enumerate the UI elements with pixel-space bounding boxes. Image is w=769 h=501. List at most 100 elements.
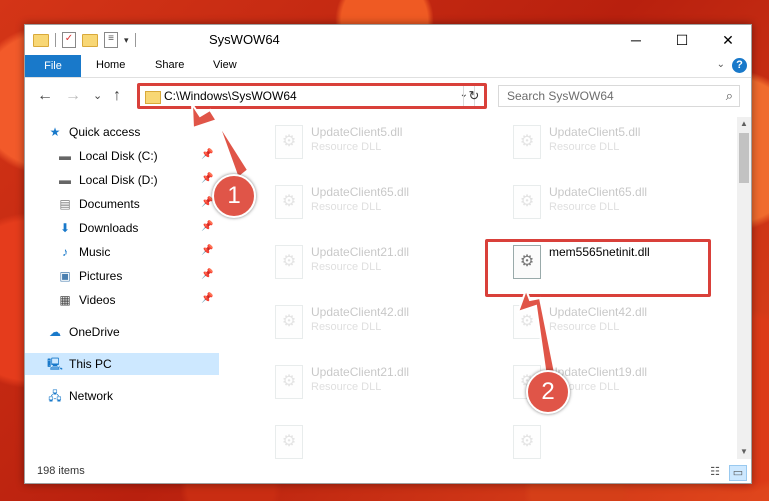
sidebar-item-music[interactable]: ♪ Music — [57, 241, 110, 263]
back-button[interactable]: ← — [37, 87, 53, 105]
list-item[interactable]: ⚙ — [235, 421, 465, 461]
scroll-up-icon[interactable]: ▲ — [737, 117, 751, 131]
file-name: UpdateClient42.dll — [549, 305, 648, 319]
list-item[interactable]: ⚙ UpdateClient21.dll Resource DLL — [235, 241, 465, 293]
list-item[interactable]: ⚙ UpdateClient42.dll Resource DLL — [235, 301, 465, 353]
list-item[interactable]: ⚙ UpdateClient42.dll Resource DLL — [473, 301, 703, 353]
sidebar-item-label: This PC — [69, 357, 112, 371]
search-input[interactable]: Search SysWOW64 — [507, 89, 614, 103]
dll-file-icon: ⚙ — [513, 425, 541, 459]
network-icon: 🖧 — [48, 389, 62, 403]
expand-ribbon-icon[interactable]: ⌄ — [717, 59, 725, 70]
maximize-button[interactable]: ☐ — [659, 25, 705, 55]
file-type: Resource DLL — [311, 141, 382, 153]
computer-icon: 🖳 — [47, 357, 64, 371]
properties-icon[interactable]: ✓ — [62, 32, 76, 48]
dll-file-icon: ⚙ — [513, 125, 541, 159]
sidebar-item-videos[interactable]: ▦ Videos — [57, 289, 115, 311]
file-type: Resource DLL — [311, 321, 382, 333]
details-view-icon[interactable]: ☷ — [707, 465, 723, 479]
pin-icon[interactable]: 📌 — [201, 149, 213, 160]
scroll-down-icon[interactable]: ▼ — [737, 445, 751, 459]
music-icon: ♪ — [62, 245, 68, 259]
dll-file-icon: ⚙ — [513, 305, 541, 339]
sidebar-item-quick-access[interactable]: ★ Quick access — [47, 121, 141, 143]
list-item[interactable]: ⚙ UpdateClient5.dll Resource DLL — [473, 121, 703, 173]
step-badge-1: 1 — [212, 174, 256, 218]
dll-file-icon: ⚙ — [275, 245, 303, 279]
file-type: Resource DLL — [311, 261, 382, 273]
step-badge-2: 2 — [526, 370, 570, 414]
file-type: Resource DLL — [549, 201, 620, 213]
help-icon[interactable]: ? — [732, 58, 747, 73]
pin-icon[interactable]: 📌 — [201, 269, 213, 280]
separator — [55, 33, 56, 47]
file-type: Resource DLL — [311, 381, 382, 393]
customize-icon[interactable]: ≡ — [104, 32, 118, 48]
dll-file-icon: ⚙ — [513, 185, 541, 219]
folder-icon[interactable] — [33, 33, 49, 47]
item-count: 198 items — [37, 465, 85, 477]
pin-icon[interactable]: 📌 — [201, 245, 213, 256]
pin-icon[interactable]: 📌 — [201, 293, 213, 304]
qat-dropdown-icon[interactable]: ▾ — [124, 35, 129, 46]
sidebar-item-documents[interactable]: ▤ Documents — [57, 193, 139, 215]
file-name: UpdateClient21.dll — [311, 365, 410, 379]
drive-icon: ▬ — [59, 149, 71, 163]
sidebar-item-onedrive[interactable]: ☁ OneDrive — [47, 321, 120, 343]
sidebar-item-label: Pictures — [79, 269, 123, 283]
search-icon[interactable]: ⌕ — [726, 88, 733, 104]
sidebar-item-label: Quick access — [69, 125, 141, 139]
tab-share[interactable]: Share — [155, 59, 184, 71]
cloud-icon: ☁ — [49, 325, 61, 339]
sidebar-item-local-disk-c[interactable]: ▬ Local Disk (C:) — [57, 145, 158, 167]
file-name: UpdateClient5.dll — [311, 125, 403, 139]
tab-view[interactable]: View — [213, 59, 237, 71]
up-button[interactable]: ↑ — [113, 87, 121, 105]
large-icons-view-icon[interactable]: ▭ — [729, 465, 747, 481]
file-type: Resource DLL — [549, 321, 620, 333]
separator — [134, 33, 136, 47]
scroll-thumb[interactable] — [739, 133, 749, 183]
tab-file[interactable]: File — [25, 55, 81, 77]
list-item[interactable]: ⚙ UpdateClient65.dll Resource DLL — [473, 181, 703, 233]
file-name: UpdateClient65.dll — [549, 185, 648, 199]
navigation-pane: ★ Quick access ▬ Local Disk (C:) 📌 ▬ Loc… — [25, 117, 219, 437]
sidebar-item-local-disk-d[interactable]: ▬ Local Disk (D:) — [57, 169, 158, 191]
vertical-scrollbar[interactable]: ▲ ▼ — [737, 117, 751, 459]
ribbon-tabs: File Home Share View ⌄ ? — [25, 55, 751, 78]
forward-button[interactable]: → — [65, 87, 81, 105]
sidebar-item-this-pc[interactable]: 🖳 This PC — [47, 353, 112, 375]
list-item[interactable]: ⚙ UpdateClient65.dll Resource DLL — [235, 181, 465, 233]
file-name: UpdateClient21.dll — [311, 245, 410, 259]
minimize-button[interactable]: ─ — [613, 25, 659, 55]
close-button[interactable]: ✕ — [705, 25, 751, 55]
dll-file-icon: ⚙ — [275, 425, 303, 459]
quick-access-toolbar: ✓ ≡ ▾ — [33, 32, 136, 48]
documents-icon: ▤ — [59, 197, 71, 211]
sidebar-item-pictures[interactable]: ▣ Pictures — [57, 265, 122, 287]
file-type: Resource DLL — [311, 201, 382, 213]
sidebar-item-downloads[interactable]: ⬇ Downloads — [57, 217, 138, 239]
list-item[interactable]: ⚙ UpdateClient5.dll Resource DLL — [235, 121, 465, 173]
navigation-bar: ← → ⌄ ↑ C:\Windows\SysWOW64 ⌄ ↻ Search S… — [25, 78, 751, 114]
sidebar-item-label: Local Disk (D:) — [79, 173, 158, 187]
sidebar-item-label: Network — [69, 389, 114, 403]
pin-icon[interactable]: 📌 — [201, 173, 213, 184]
file-name: UpdateClient42.dll — [311, 305, 410, 319]
dll-file-icon: ⚙ — [275, 125, 303, 159]
drive-icon: ▬ — [59, 173, 71, 187]
window-title: SysWOW64 — [209, 32, 280, 47]
list-item[interactable]: ⚙ UpdateClient19.dll Resource DLL — [473, 361, 703, 413]
recent-locations-button[interactable]: ⌄ — [93, 89, 102, 102]
pin-icon[interactable]: 📌 — [201, 221, 213, 232]
list-item[interactable]: ⚙ — [473, 421, 703, 461]
file-explorer-window: ✓ ≡ ▾ SysWOW64 ─ ☐ ✕ File Home Share Vie… — [24, 24, 752, 484]
file-name: UpdateClient5.dll — [549, 125, 641, 139]
sidebar-item-network[interactable]: 🖧 Network — [47, 385, 113, 407]
search-box[interactable]: Search SysWOW64 ⌕ — [498, 85, 740, 107]
list-item[interactable]: ⚙ UpdateClient21.dll Resource DLL — [235, 361, 465, 413]
new-folder-icon[interactable] — [82, 33, 98, 47]
tab-home[interactable]: Home — [96, 59, 125, 71]
sidebar-item-label: OneDrive — [69, 325, 120, 339]
